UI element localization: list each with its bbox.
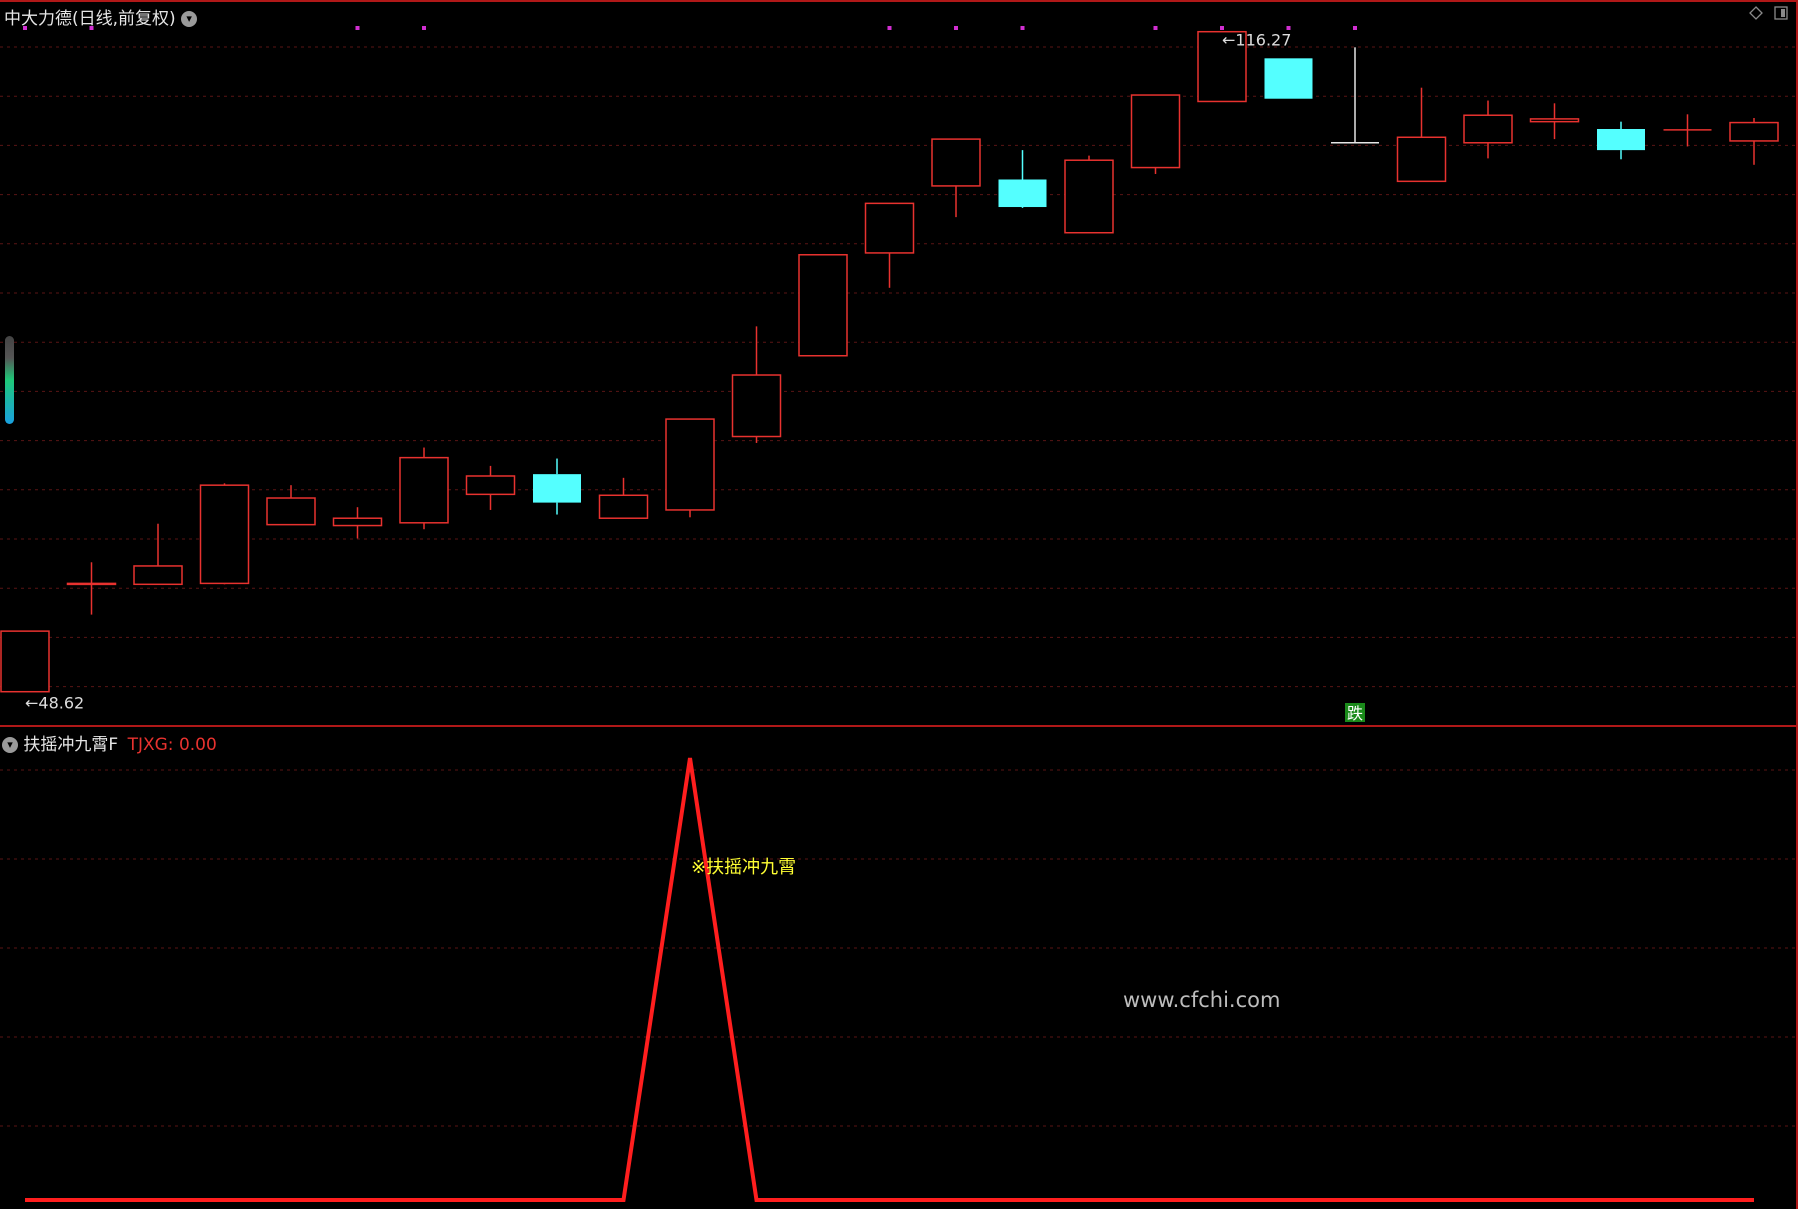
signal-marker	[1286, 26, 1291, 30]
candle	[533, 458, 581, 515]
candle	[731, 326, 782, 443]
candle	[931, 138, 981, 218]
candle	[1597, 121, 1645, 160]
candle	[1064, 155, 1114, 234]
indicator-name[interactable]: 扶摇冲九霄F	[23, 735, 118, 755]
candle-body	[931, 138, 981, 187]
candle-body	[332, 517, 383, 527]
candle-body	[1064, 159, 1114, 234]
candle	[1396, 87, 1447, 183]
candle	[1463, 100, 1513, 159]
fall-tag-label: 跌	[1347, 704, 1363, 723]
signal-marker	[1153, 26, 1158, 30]
signal-marker	[422, 26, 426, 30]
candle	[133, 523, 183, 586]
candle-body	[598, 494, 649, 519]
candle-body	[1130, 94, 1181, 169]
candle	[0, 630, 50, 693]
candle	[798, 254, 848, 357]
candle-body	[266, 497, 316, 526]
indicator-header: ▾ 扶摇冲九霄F TJXG: 0.00	[2, 730, 217, 755]
candle	[1264, 58, 1313, 99]
signal-marker	[954, 26, 958, 30]
candle	[66, 562, 117, 615]
candle-body	[0, 630, 50, 693]
signal-marker	[1020, 26, 1025, 30]
indicator-layer	[25, 757, 1754, 1202]
diamond-icon[interactable]	[1749, 6, 1763, 20]
candle-body	[533, 474, 581, 503]
candle-body	[66, 582, 117, 586]
candle-body	[1463, 114, 1513, 144]
candle-body	[465, 475, 516, 496]
indicator-value: TJXG: 0.00	[127, 735, 217, 755]
candle-body	[731, 374, 782, 438]
signal-marker	[887, 26, 892, 30]
window-icon[interactable]	[1774, 6, 1788, 20]
candle	[332, 507, 383, 539]
chevron-down-icon[interactable]: ▾	[2, 737, 18, 753]
signal-marker	[355, 26, 360, 30]
candle	[465, 465, 516, 510]
high-price-label: ←116.27	[1222, 31, 1291, 50]
chevron-down-icon[interactable]: ▾	[181, 11, 198, 27]
chart-header: 中大力德(日线,前复权) ▾	[4, 4, 198, 29]
candle	[266, 485, 316, 526]
candle	[1130, 94, 1181, 174]
candle	[199, 483, 250, 585]
candle	[864, 202, 915, 288]
candle	[665, 418, 715, 518]
candle-body	[665, 418, 715, 511]
candle-body	[998, 179, 1047, 208]
candle-body	[1729, 121, 1779, 142]
candle-body	[1597, 129, 1645, 151]
candles-layer	[0, 30, 1779, 693]
chart-title[interactable]: 中大力德(日线,前复权)	[4, 9, 176, 29]
tjxg-line	[25, 757, 1754, 1202]
candle-body	[1529, 118, 1580, 123]
signal-marker	[1220, 26, 1224, 30]
candle	[1729, 117, 1779, 165]
candle	[1331, 47, 1379, 144]
candle	[399, 447, 449, 530]
signal-marker	[1353, 26, 1357, 30]
grid-layer	[0, 0, 1798, 1209]
candle-body	[199, 484, 250, 585]
markers-layer	[23, 26, 1357, 30]
chart-canvas: ←116.27 ←48.62 跌 ※扶摇冲九霄	[0, 0, 1798, 1209]
candle-body	[1264, 58, 1313, 99]
candle-body	[798, 254, 848, 357]
candle	[1663, 114, 1712, 147]
signal-label: ※扶摇冲九霄	[691, 857, 796, 878]
fall-tag-badge: 跌	[1345, 703, 1365, 723]
candle-body	[399, 456, 449, 524]
candle	[998, 150, 1047, 208]
level-bar[interactable]	[5, 336, 14, 424]
candle-body	[133, 565, 183, 586]
candle-body	[864, 202, 915, 254]
low-price-label: ←48.62	[25, 694, 84, 713]
candle	[598, 477, 649, 519]
candle-body	[1396, 136, 1447, 183]
candle	[1529, 103, 1580, 140]
watermark: www.cfchi.com	[1123, 988, 1281, 1012]
